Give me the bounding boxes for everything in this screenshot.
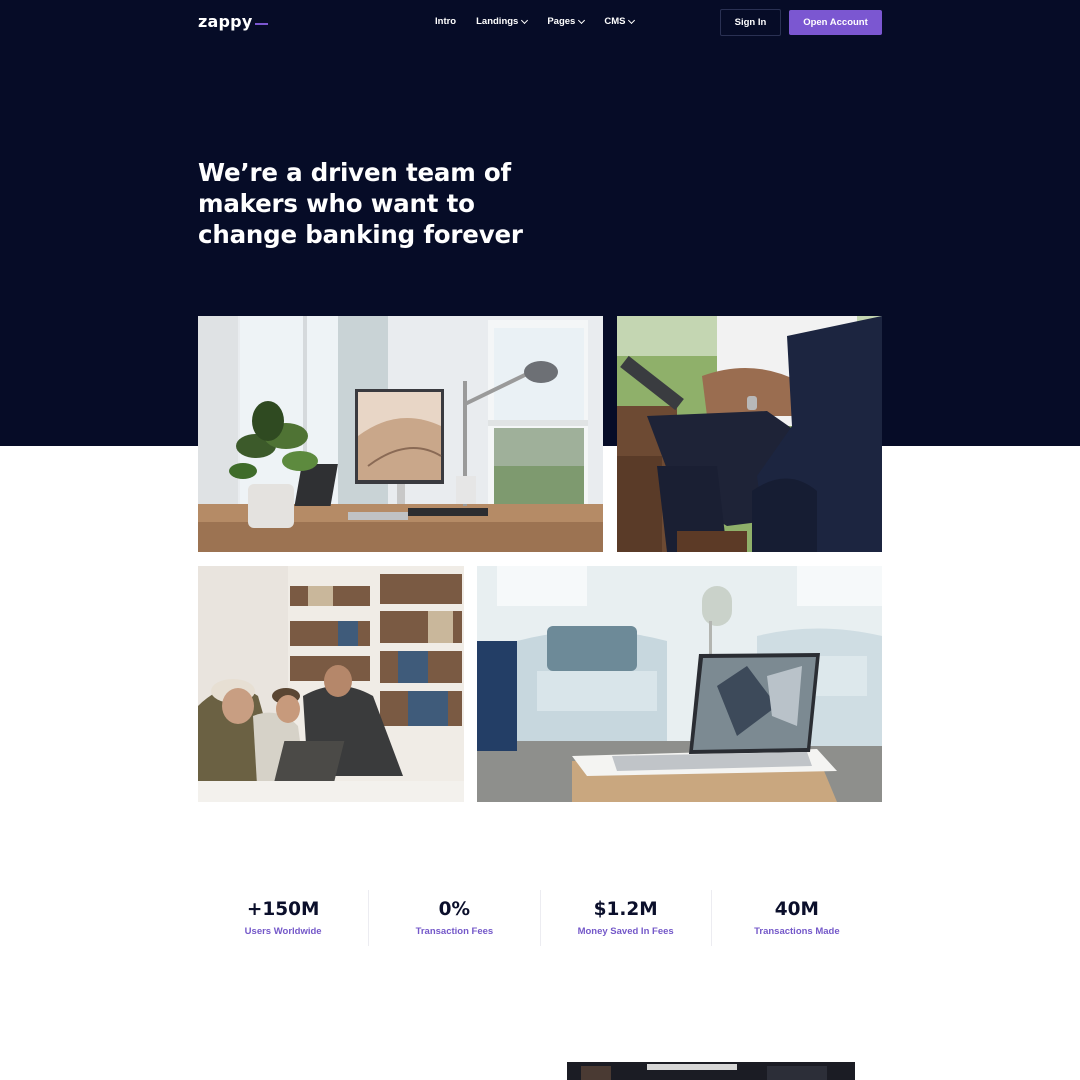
top-navigation: zappy Intro Landings Pages CMS Sign In O… <box>0 0 1080 46</box>
nav-item-label: Landings <box>476 16 519 27</box>
logo[interactable]: zappy <box>198 12 269 31</box>
next-section-image <box>567 1062 855 1080</box>
nav-item-intro[interactable]: Intro <box>435 16 456 27</box>
stat-label: Money Saved In Fees <box>577 926 674 937</box>
chevron-down-icon <box>628 16 636 24</box>
logo-text: zappy <box>198 12 253 31</box>
logo-underline <box>255 22 269 25</box>
nav-item-landings[interactable]: Landings <box>476 16 529 27</box>
stat-value: 0% <box>438 899 471 920</box>
stat-value: 40M <box>774 899 819 920</box>
stats-row: +150M Users Worldwide 0% Transaction Fee… <box>198 890 882 946</box>
team-library-photo <box>198 566 464 802</box>
stat-users: +150M Users Worldwide <box>198 890 370 946</box>
stat-value: $1.2M <box>593 899 658 920</box>
stat-label: Transaction Fees <box>415 926 494 937</box>
nav-item-label: CMS <box>604 16 626 27</box>
sign-in-button[interactable]: Sign In <box>720 9 781 36</box>
stat-label: Users Worldwide <box>244 926 322 937</box>
main-menu: Intro Landings Pages CMS <box>435 16 654 27</box>
stat-transactions: 40M Transactions Made <box>712 890 882 946</box>
nav-item-label: Intro <box>435 16 457 27</box>
office-desk-photo <box>198 316 603 552</box>
stat-value: +150M <box>246 899 320 920</box>
nav-item-cms[interactable]: CMS <box>604 16 636 27</box>
laptop-lounge-photo <box>477 566 882 802</box>
open-account-button[interactable]: Open Account <box>789 10 882 35</box>
nav-item-pages[interactable]: Pages <box>547 16 586 27</box>
stat-fees: 0% Transaction Fees <box>369 890 541 946</box>
hero-headline: We’re a driven team of makers who want t… <box>198 158 523 249</box>
chevron-down-icon <box>521 16 529 24</box>
chevron-down-icon <box>578 16 586 24</box>
stat-money-saved: $1.2M Money Saved In Fees <box>541 890 712 946</box>
meeting-photo <box>617 316 882 552</box>
stat-label: Transactions Made <box>754 926 840 937</box>
nav-item-label: Pages <box>547 16 576 27</box>
